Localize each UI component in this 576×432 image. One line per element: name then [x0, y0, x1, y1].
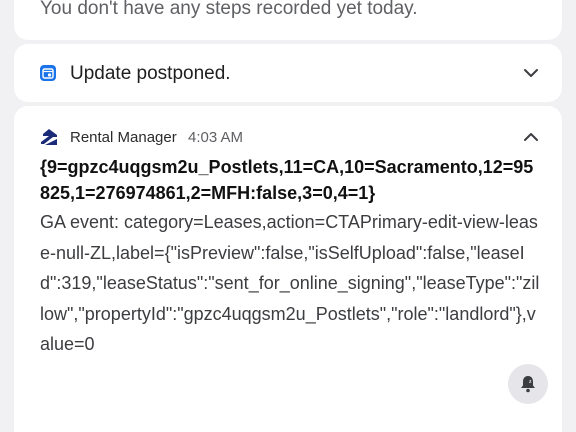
zillow-logo-icon	[41, 129, 57, 145]
update-postponed-notification[interactable]: Update postponed.	[14, 44, 562, 102]
chevron-up-icon[interactable]	[522, 128, 540, 146]
chevron-down-icon[interactable]	[522, 64, 540, 82]
snooze-button[interactable]: z	[508, 364, 548, 404]
steps-text: You don't have any steps recorded yet to…	[40, 0, 418, 19]
update-title: Update postponed.	[70, 63, 231, 84]
app-name: Rental Manager	[70, 129, 177, 146]
snooze-bell-icon: z	[521, 376, 535, 393]
notification-time: 4:03 AM	[188, 129, 244, 146]
rental-manager-notification[interactable]: Rental Manager 4:03 AM {9=gpzc4uqgsm2u_P…	[14, 106, 562, 432]
notification-body: GA event: category=Leases,action=CTAPrim…	[40, 212, 540, 354]
steps-notification[interactable]: You don't have any steps recorded yet to…	[14, 0, 562, 40]
calendar-clock-icon	[40, 65, 56, 81]
notification-title: {9=gpzc4uqgsm2u_Postlets,11=CA,10=Sacram…	[40, 157, 534, 203]
notification-shade: You don't have any steps recorded yet to…	[0, 0, 576, 432]
